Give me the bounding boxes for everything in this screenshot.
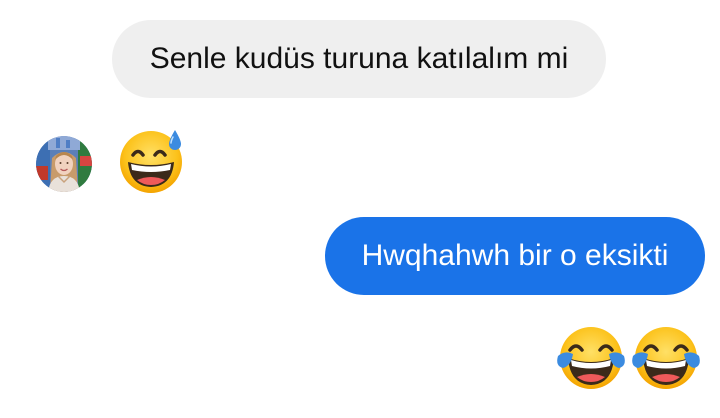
face-with-tears-of-joy-icon (632, 327, 700, 389)
contact-avatar[interactable] (36, 136, 92, 192)
face-with-tears-of-joy-emoji[interactable] (555, 322, 627, 394)
incoming-message-bubble[interactable]: Senle kudüs turuna katılalım mi (112, 20, 606, 98)
face-with-tears-of-joy-emoji[interactable] (630, 322, 702, 394)
face-with-tears-of-joy-icon (557, 327, 625, 389)
grinning-face-with-sweat-icon (120, 130, 182, 193)
grinning-face-with-sweat-emoji[interactable] (117, 124, 189, 196)
outgoing-message-bubble[interactable]: Hwqhahwh bir o eksikti (325, 217, 705, 295)
avatar-photo-icon (36, 136, 92, 192)
